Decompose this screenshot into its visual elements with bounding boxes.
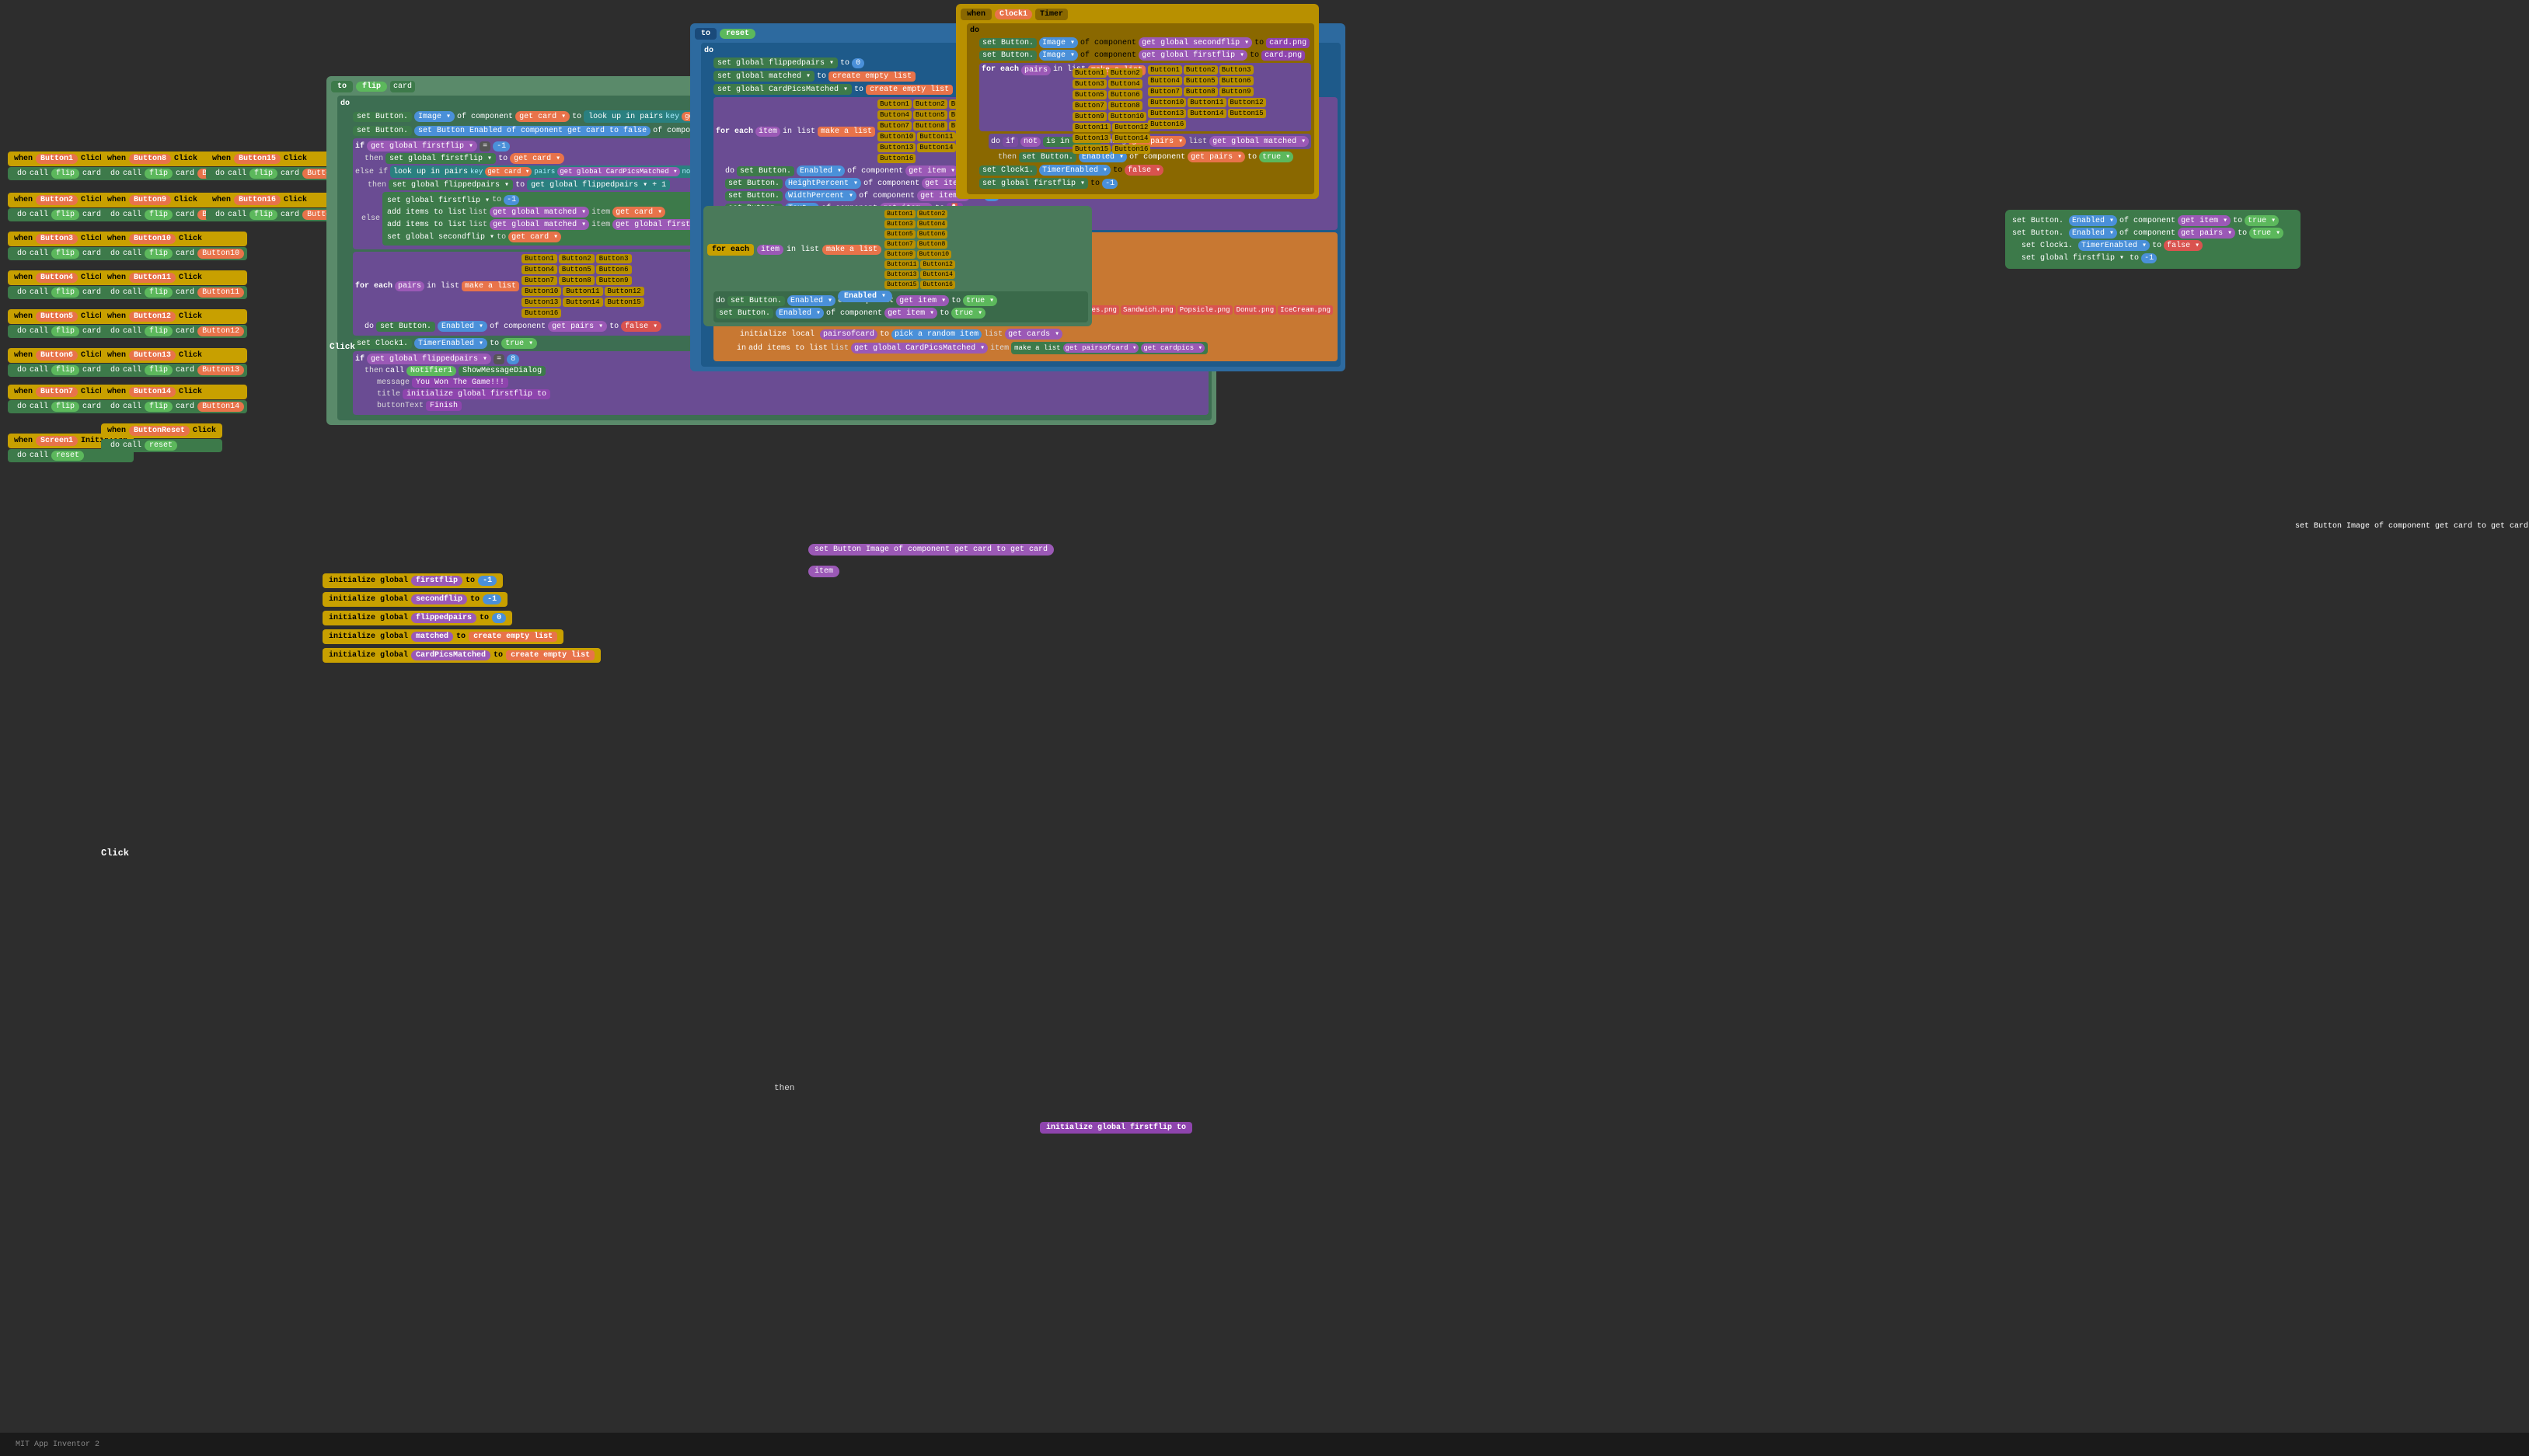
enabled-label: Enabled ▾ [838, 291, 892, 301]
call-label: call [30, 169, 48, 178]
click-instruction: Click [101, 848, 129, 859]
when-label: when [14, 155, 33, 163]
block-editor-canvas: when Button1 Click do call flip card But… [0, 0, 2529, 1456]
of-component-label: set Button Image of component get card t… [2295, 521, 2528, 531]
buttonreset-event[interactable]: when ButtonReset Click do call reset [101, 423, 222, 452]
congratulations-label: initialize global firstflip to [1040, 1123, 1192, 1132]
right-button-list: Button1 Button2 Button3 Button4 Button5 … [1073, 68, 1166, 154]
button13-event[interactable]: when Button13 Click do call flip card Bu… [101, 348, 247, 377]
timer-reset-right[interactable]: set Button. Enabled ▾ of component get i… [2005, 210, 2301, 269]
do-label: do [17, 169, 26, 178]
flip-label: flip [51, 169, 79, 179]
global-cardpicsmatched[interactable]: initialize global CardPicsMatched to cre… [323, 648, 601, 663]
button11-event[interactable]: when Button11 Click do call flip card Bu… [101, 270, 247, 299]
item-blocks: set Button Image of component get card t… [808, 544, 1054, 577]
button14-event[interactable]: when Button14 Click do call flip card Bu… [101, 385, 247, 413]
global-matched[interactable]: initialize global matched to create empt… [323, 629, 563, 644]
global-firstflip[interactable]: initialize global firstflip to -1 [323, 573, 503, 588]
button1-label: Button1 [36, 154, 78, 164]
then-label: then [774, 1084, 794, 1093]
button10-event[interactable]: when Button10 Click do call flip card Bu… [101, 232, 247, 260]
button12-event[interactable]: when Button12 Click do call flip card Bu… [101, 309, 247, 338]
status-bar: MIT App Inventor 2 [0, 1433, 2529, 1456]
foreach-item-procedure[interactable]: for each item in list make a list Button… [703, 206, 1092, 326]
click-label-center: Click [330, 343, 355, 352]
global-flippedpairs[interactable]: initialize global flippedpairs to 0 [323, 611, 512, 625]
global-secondflip[interactable]: initialize global secondflip to -1 [323, 592, 508, 607]
